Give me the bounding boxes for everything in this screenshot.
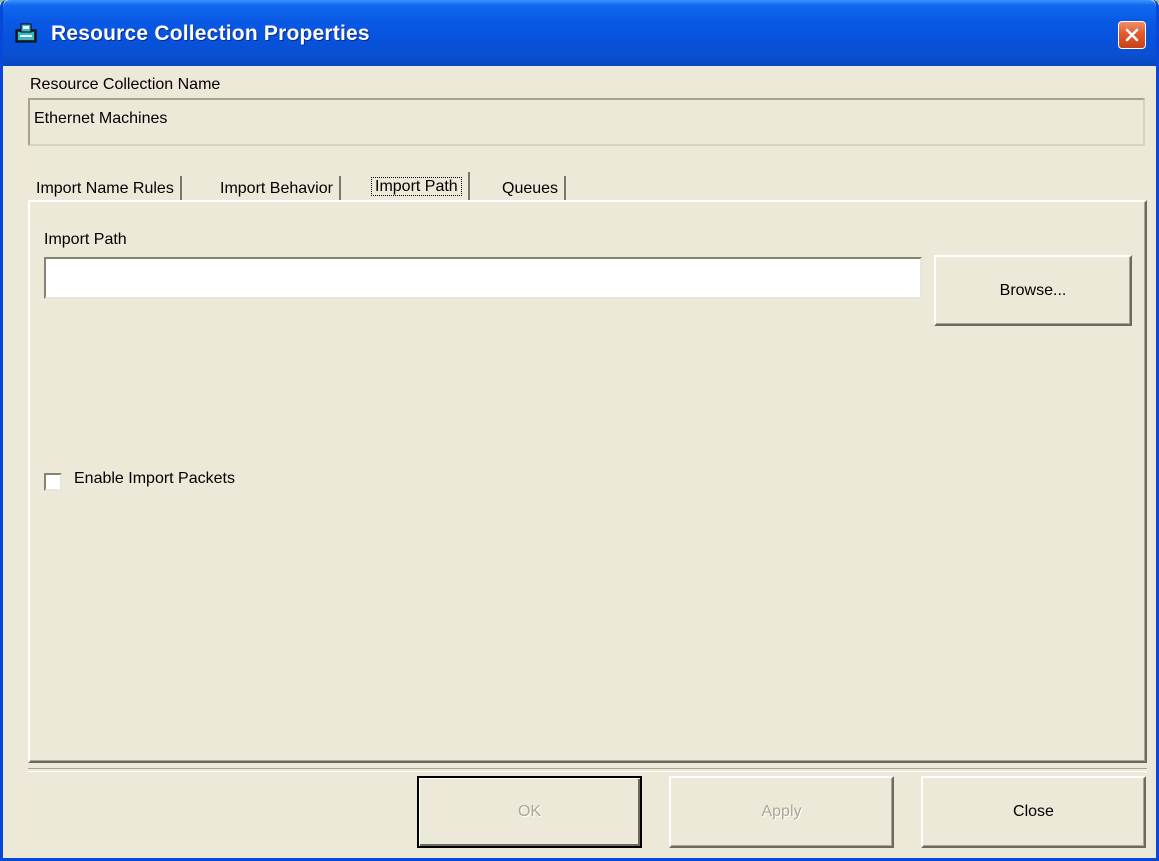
tab-label: Import Path (371, 177, 462, 196)
browse-button[interactable]: Browse... (934, 255, 1132, 326)
tab-label: Queues (502, 180, 559, 197)
tab-label: Import Name Rules (36, 180, 174, 197)
close-window-button[interactable] (1118, 21, 1146, 49)
close-label: Close (1013, 803, 1054, 820)
enable-import-packets-label: Enable Import Packets (74, 470, 235, 487)
ok-button[interactable]: OK (417, 776, 642, 848)
tab-label: Import Behavior (220, 180, 333, 197)
resource-collection-icon (15, 23, 37, 43)
tab-import-path[interactable]: Import Path (365, 172, 470, 202)
collection-name-value: Ethernet Machines (34, 110, 168, 127)
ok-label: OK (517, 803, 542, 820)
import-path-label: Import Path (44, 231, 127, 248)
window-title: Resource Collection Properties (51, 22, 370, 45)
apply-label: Apply (761, 803, 802, 820)
tab-import-name-rules[interactable]: Import Name Rules (30, 176, 182, 202)
dialog-window: Resource Collection Properties Resource … (0, 0, 1159, 861)
apply-button[interactable]: Apply (669, 776, 894, 848)
tab-import-behavior[interactable]: Import Behavior (214, 176, 341, 202)
collection-name-label-text: Resource Collection Name (30, 76, 221, 93)
import-path-input[interactable] (44, 257, 922, 299)
tab-queues[interactable]: Queues (496, 176, 567, 202)
collection-name-label: Resource Collection Name (30, 76, 220, 94)
enable-import-packets-checkbox[interactable] (44, 473, 62, 491)
browse-label: Browse... (999, 281, 1067, 299)
title-bar[interactable]: Resource Collection Properties (3, 0, 1156, 66)
close-icon (1125, 28, 1139, 42)
collection-name-field[interactable]: Ethernet Machines (28, 98, 1145, 146)
close-button[interactable]: Close (921, 776, 1146, 848)
footer-separator (28, 768, 1147, 772)
